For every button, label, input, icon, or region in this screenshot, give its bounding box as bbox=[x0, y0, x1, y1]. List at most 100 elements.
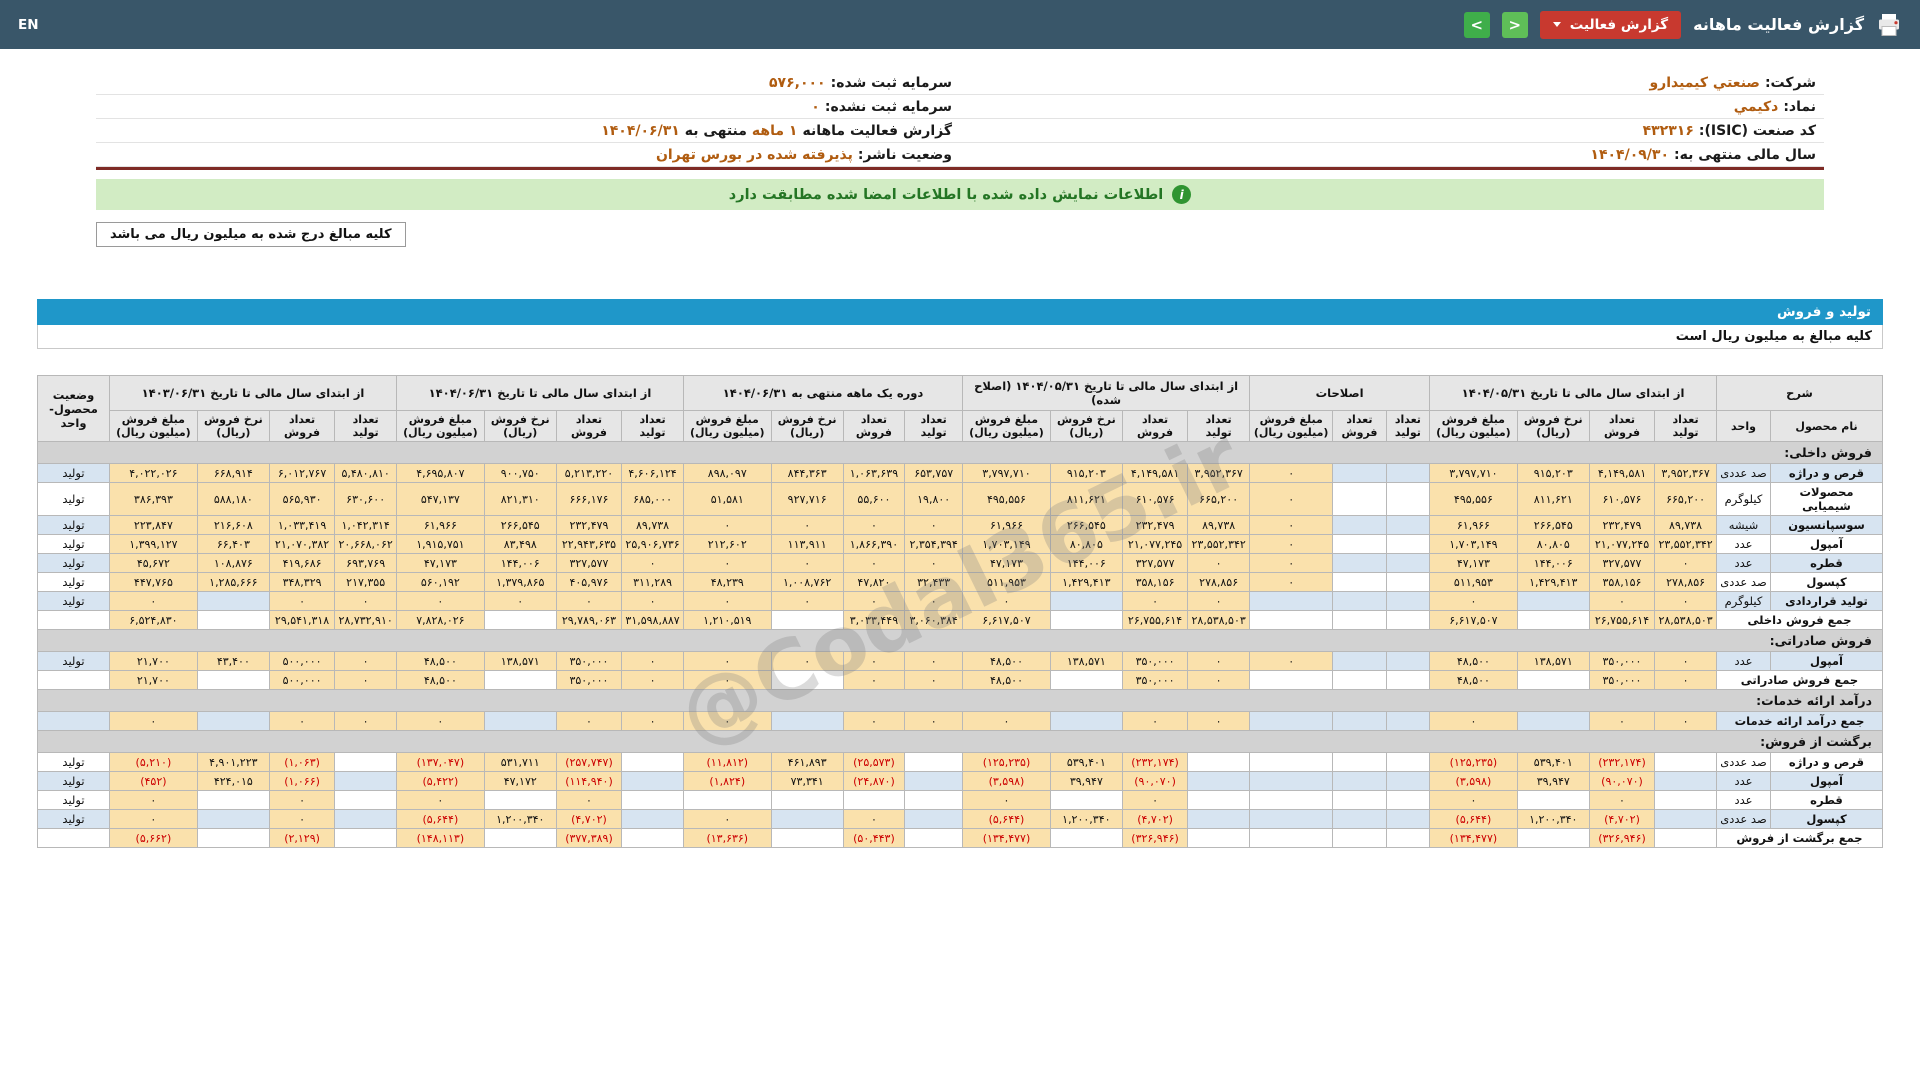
value-cell: ۱,۷۰۳,۱۴۹ bbox=[963, 535, 1051, 554]
report-type-label: گزارش فعالیت bbox=[1570, 17, 1668, 33]
value-cell: ۴۹۵,۵۵۶ bbox=[1430, 483, 1518, 516]
value-cell: ۸۲۱,۳۱۰ bbox=[484, 483, 556, 516]
value-cell: ۰ bbox=[1188, 671, 1250, 690]
value-cell: ۰ bbox=[1430, 592, 1518, 611]
value-cell bbox=[1050, 592, 1122, 611]
value-cell: ۰ bbox=[1589, 712, 1654, 731]
value-cell: ۶۸۵,۰۰۰ bbox=[622, 483, 684, 516]
value-cell bbox=[1333, 554, 1386, 573]
next-period-button[interactable]: > bbox=[1464, 12, 1490, 38]
value-cell: ۰ bbox=[843, 554, 904, 573]
value-cell: ۴,۶۹۵,۸۰۷ bbox=[397, 464, 485, 483]
value-cell: ۰ bbox=[905, 592, 963, 611]
value-cell bbox=[1333, 516, 1386, 535]
value-cell: ۶۵۳,۷۵۷ bbox=[905, 464, 963, 483]
value-cell bbox=[771, 791, 843, 810]
value-cell: ۶۹۳,۷۶۹ bbox=[335, 554, 397, 573]
value-cell bbox=[622, 829, 684, 848]
report-type-dropdown[interactable]: گزارش فعالیت bbox=[1540, 11, 1681, 39]
value-cell bbox=[1386, 464, 1429, 483]
product-name-cell: جمع فروش صادراتی bbox=[1717, 671, 1883, 690]
value-cell: ۱,۲۰۰,۳۴۰ bbox=[1050, 810, 1122, 829]
value-cell: ۰ bbox=[843, 810, 904, 829]
value-cell: ۴,۶۰۶,۱۲۴ bbox=[622, 464, 684, 483]
production-sales-table: شرحاز ابتدای سال مالی تا تاریخ ۱۴۰۴/۰۵/۳… bbox=[37, 375, 1883, 848]
value-cell bbox=[1188, 772, 1250, 791]
value-cell bbox=[1333, 611, 1386, 630]
column-header: نرخ فروش (ریال) bbox=[484, 411, 556, 442]
value-cell bbox=[1386, 611, 1429, 630]
value-cell: ۵۸۸,۱۸۰ bbox=[197, 483, 269, 516]
value-cell bbox=[484, 712, 556, 731]
value-cell bbox=[905, 810, 963, 829]
product-name-cell: کپسول bbox=[1771, 573, 1883, 592]
value-cell: ۰ bbox=[843, 592, 904, 611]
value-cell bbox=[1333, 483, 1386, 516]
value-cell: (۱,۸۲۴) bbox=[683, 772, 771, 791]
value-cell bbox=[1386, 535, 1429, 554]
column-header: نرخ فروش (ریال) bbox=[771, 411, 843, 442]
value-cell: ۰ bbox=[1250, 573, 1333, 592]
value-cell: (۱,۰۶۶) bbox=[269, 772, 334, 791]
value-cell bbox=[683, 791, 771, 810]
status-cell: تولید bbox=[38, 592, 110, 611]
value-cell: ۰ bbox=[843, 652, 904, 671]
value-cell bbox=[1333, 753, 1386, 772]
value-cell: ۳۲۷,۵۷۷ bbox=[1589, 554, 1654, 573]
value-cell: ۰ bbox=[843, 516, 904, 535]
value-cell bbox=[1250, 592, 1333, 611]
product-name-cell: جمع برگشت از فروش bbox=[1717, 829, 1883, 848]
value-cell: ۸۹,۷۳۸ bbox=[1188, 516, 1250, 535]
status-cell: تولید bbox=[38, 753, 110, 772]
value-cell: ۲۱,۰۷۷,۲۴۵ bbox=[1122, 535, 1187, 554]
value-cell: ۱,۷۰۳,۱۴۹ bbox=[1430, 535, 1518, 554]
unit-cell: عدد bbox=[1717, 652, 1771, 671]
value-cell: ۱,۳۹۹,۱۲۷ bbox=[110, 535, 198, 554]
value-cell: ۵۱۱,۹۵۳ bbox=[1430, 573, 1518, 592]
info-value: ۱۴۰۴/۰۶/۳۱ bbox=[601, 123, 680, 139]
info-label: نماد: bbox=[1783, 99, 1816, 115]
value-cell bbox=[1333, 772, 1386, 791]
value-cell bbox=[1386, 516, 1429, 535]
column-header: مبلغ فروش (میلیون ریال) bbox=[110, 411, 198, 442]
value-cell: ۳,۷۹۷,۷۱۰ bbox=[1430, 464, 1518, 483]
value-cell: ۴۱۹,۶۸۶ bbox=[269, 554, 334, 573]
table-row: آمپولعدد۲۳,۵۵۲,۳۴۲۲۱,۰۷۷,۲۴۵۸۰,۸۰۵۱,۷۰۳,… bbox=[38, 535, 1883, 554]
value-cell: ۰ bbox=[1589, 791, 1654, 810]
value-cell: ۲۱,۷۰۰ bbox=[110, 671, 198, 690]
value-cell: ۳۹,۹۴۷ bbox=[1050, 772, 1122, 791]
value-cell bbox=[1386, 671, 1429, 690]
value-cell bbox=[1188, 810, 1250, 829]
column-header: تعداد فروش bbox=[269, 411, 334, 442]
value-cell: (۵,۶۴۴) bbox=[397, 810, 485, 829]
value-cell bbox=[1517, 671, 1589, 690]
column-header: تعداد تولید bbox=[1655, 411, 1717, 442]
value-cell: ۲۶,۷۵۵,۶۱۴ bbox=[1122, 611, 1187, 630]
value-cell: ۲,۳۵۴,۳۹۴ bbox=[905, 535, 963, 554]
value-cell: ۶۶۸,۹۱۴ bbox=[197, 464, 269, 483]
value-cell: ۱,۴۲۹,۴۱۳ bbox=[1050, 573, 1122, 592]
previous-period-button[interactable]: < bbox=[1502, 12, 1528, 38]
value-cell bbox=[197, 829, 269, 848]
value-cell: ۰ bbox=[963, 712, 1051, 731]
value-cell: (۲۳۲,۱۷۴) bbox=[1122, 753, 1187, 772]
value-cell: (۲۴,۸۷۰) bbox=[843, 772, 904, 791]
language-toggle-en[interactable]: EN bbox=[18, 17, 39, 33]
value-cell: ۶,۶۱۷,۵۰۷ bbox=[1430, 611, 1518, 630]
value-cell: ۰ bbox=[905, 712, 963, 731]
column-header: واحد bbox=[1717, 411, 1771, 442]
value-cell bbox=[1517, 611, 1589, 630]
value-cell: ۲۵,۹۰۶,۷۳۶ bbox=[622, 535, 684, 554]
status-cell bbox=[38, 712, 110, 731]
status-cell: تولید bbox=[38, 810, 110, 829]
value-cell bbox=[1517, 829, 1589, 848]
value-cell bbox=[1386, 573, 1429, 592]
value-cell bbox=[1050, 791, 1122, 810]
value-cell: ۰ bbox=[683, 516, 771, 535]
value-cell bbox=[197, 791, 269, 810]
value-cell bbox=[335, 791, 397, 810]
status-cell: تولید bbox=[38, 483, 110, 516]
column-header: تعداد فروش bbox=[1589, 411, 1654, 442]
value-cell bbox=[1386, 652, 1429, 671]
info-label: گزارش فعالیت ماهانه bbox=[802, 123, 952, 139]
